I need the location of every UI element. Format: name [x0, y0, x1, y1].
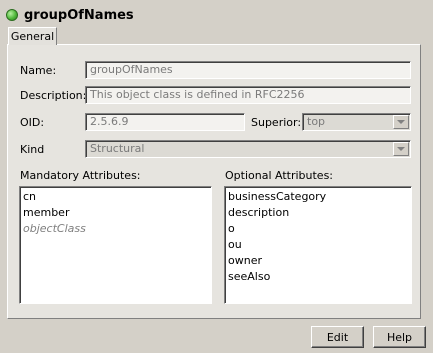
list-item[interactable]: owner: [227, 253, 409, 269]
mandatory-attributes-list[interactable]: cn member objectClass: [19, 186, 212, 304]
list-item[interactable]: cn: [22, 189, 209, 205]
list-item[interactable]: objectClass: [22, 221, 209, 237]
mandatory-attributes-label: Mandatory Attributes:: [20, 169, 141, 182]
help-button-label: Help: [386, 330, 413, 344]
page-title: groupOfNames: [24, 7, 134, 23]
list-item[interactable]: businessCategory: [227, 189, 409, 205]
description-label: Description:: [20, 89, 87, 102]
description-field[interactable]: This object class is defined in RFC2256: [85, 86, 411, 104]
oid-label: OID:: [20, 116, 45, 129]
optional-attributes-label: Optional Attributes:: [225, 169, 334, 182]
oid-field[interactable]: 2.5.6.9: [85, 113, 245, 131]
list-item[interactable]: member: [22, 205, 209, 221]
list-item[interactable]: ou: [227, 237, 409, 253]
kind-dropdown[interactable]: Structural: [85, 140, 411, 158]
kind-dropdown-button[interactable]: [393, 142, 409, 156]
optional-attributes-list[interactable]: businessCategory description o ou owner …: [224, 186, 412, 304]
list-item[interactable]: o: [227, 221, 409, 237]
status-dot-icon: [6, 9, 18, 21]
kind-label: Kind: [20, 143, 45, 156]
title-bar: groupOfNames: [6, 5, 134, 25]
edit-button[interactable]: Edit: [311, 326, 364, 348]
chevron-down-icon: [397, 146, 405, 151]
kind-value: Structural: [90, 142, 145, 155]
superior-value: top: [307, 115, 326, 128]
list-item[interactable]: seeAlso: [227, 269, 409, 285]
tab-general-label: General: [10, 30, 55, 43]
superior-dropdown[interactable]: top: [302, 113, 411, 131]
tab-general[interactable]: General: [8, 27, 57, 45]
name-label: Name:: [20, 64, 57, 77]
superior-label: Superior:: [251, 116, 302, 129]
general-panel: Name: groupOfNames Description: This obj…: [7, 44, 421, 319]
name-field[interactable]: groupOfNames: [85, 61, 411, 79]
chevron-down-icon: [397, 119, 405, 124]
list-item[interactable]: description: [227, 205, 409, 221]
edit-button-label: Edit: [326, 330, 349, 344]
help-button[interactable]: Help: [373, 326, 426, 348]
superior-dropdown-button[interactable]: [393, 115, 409, 129]
